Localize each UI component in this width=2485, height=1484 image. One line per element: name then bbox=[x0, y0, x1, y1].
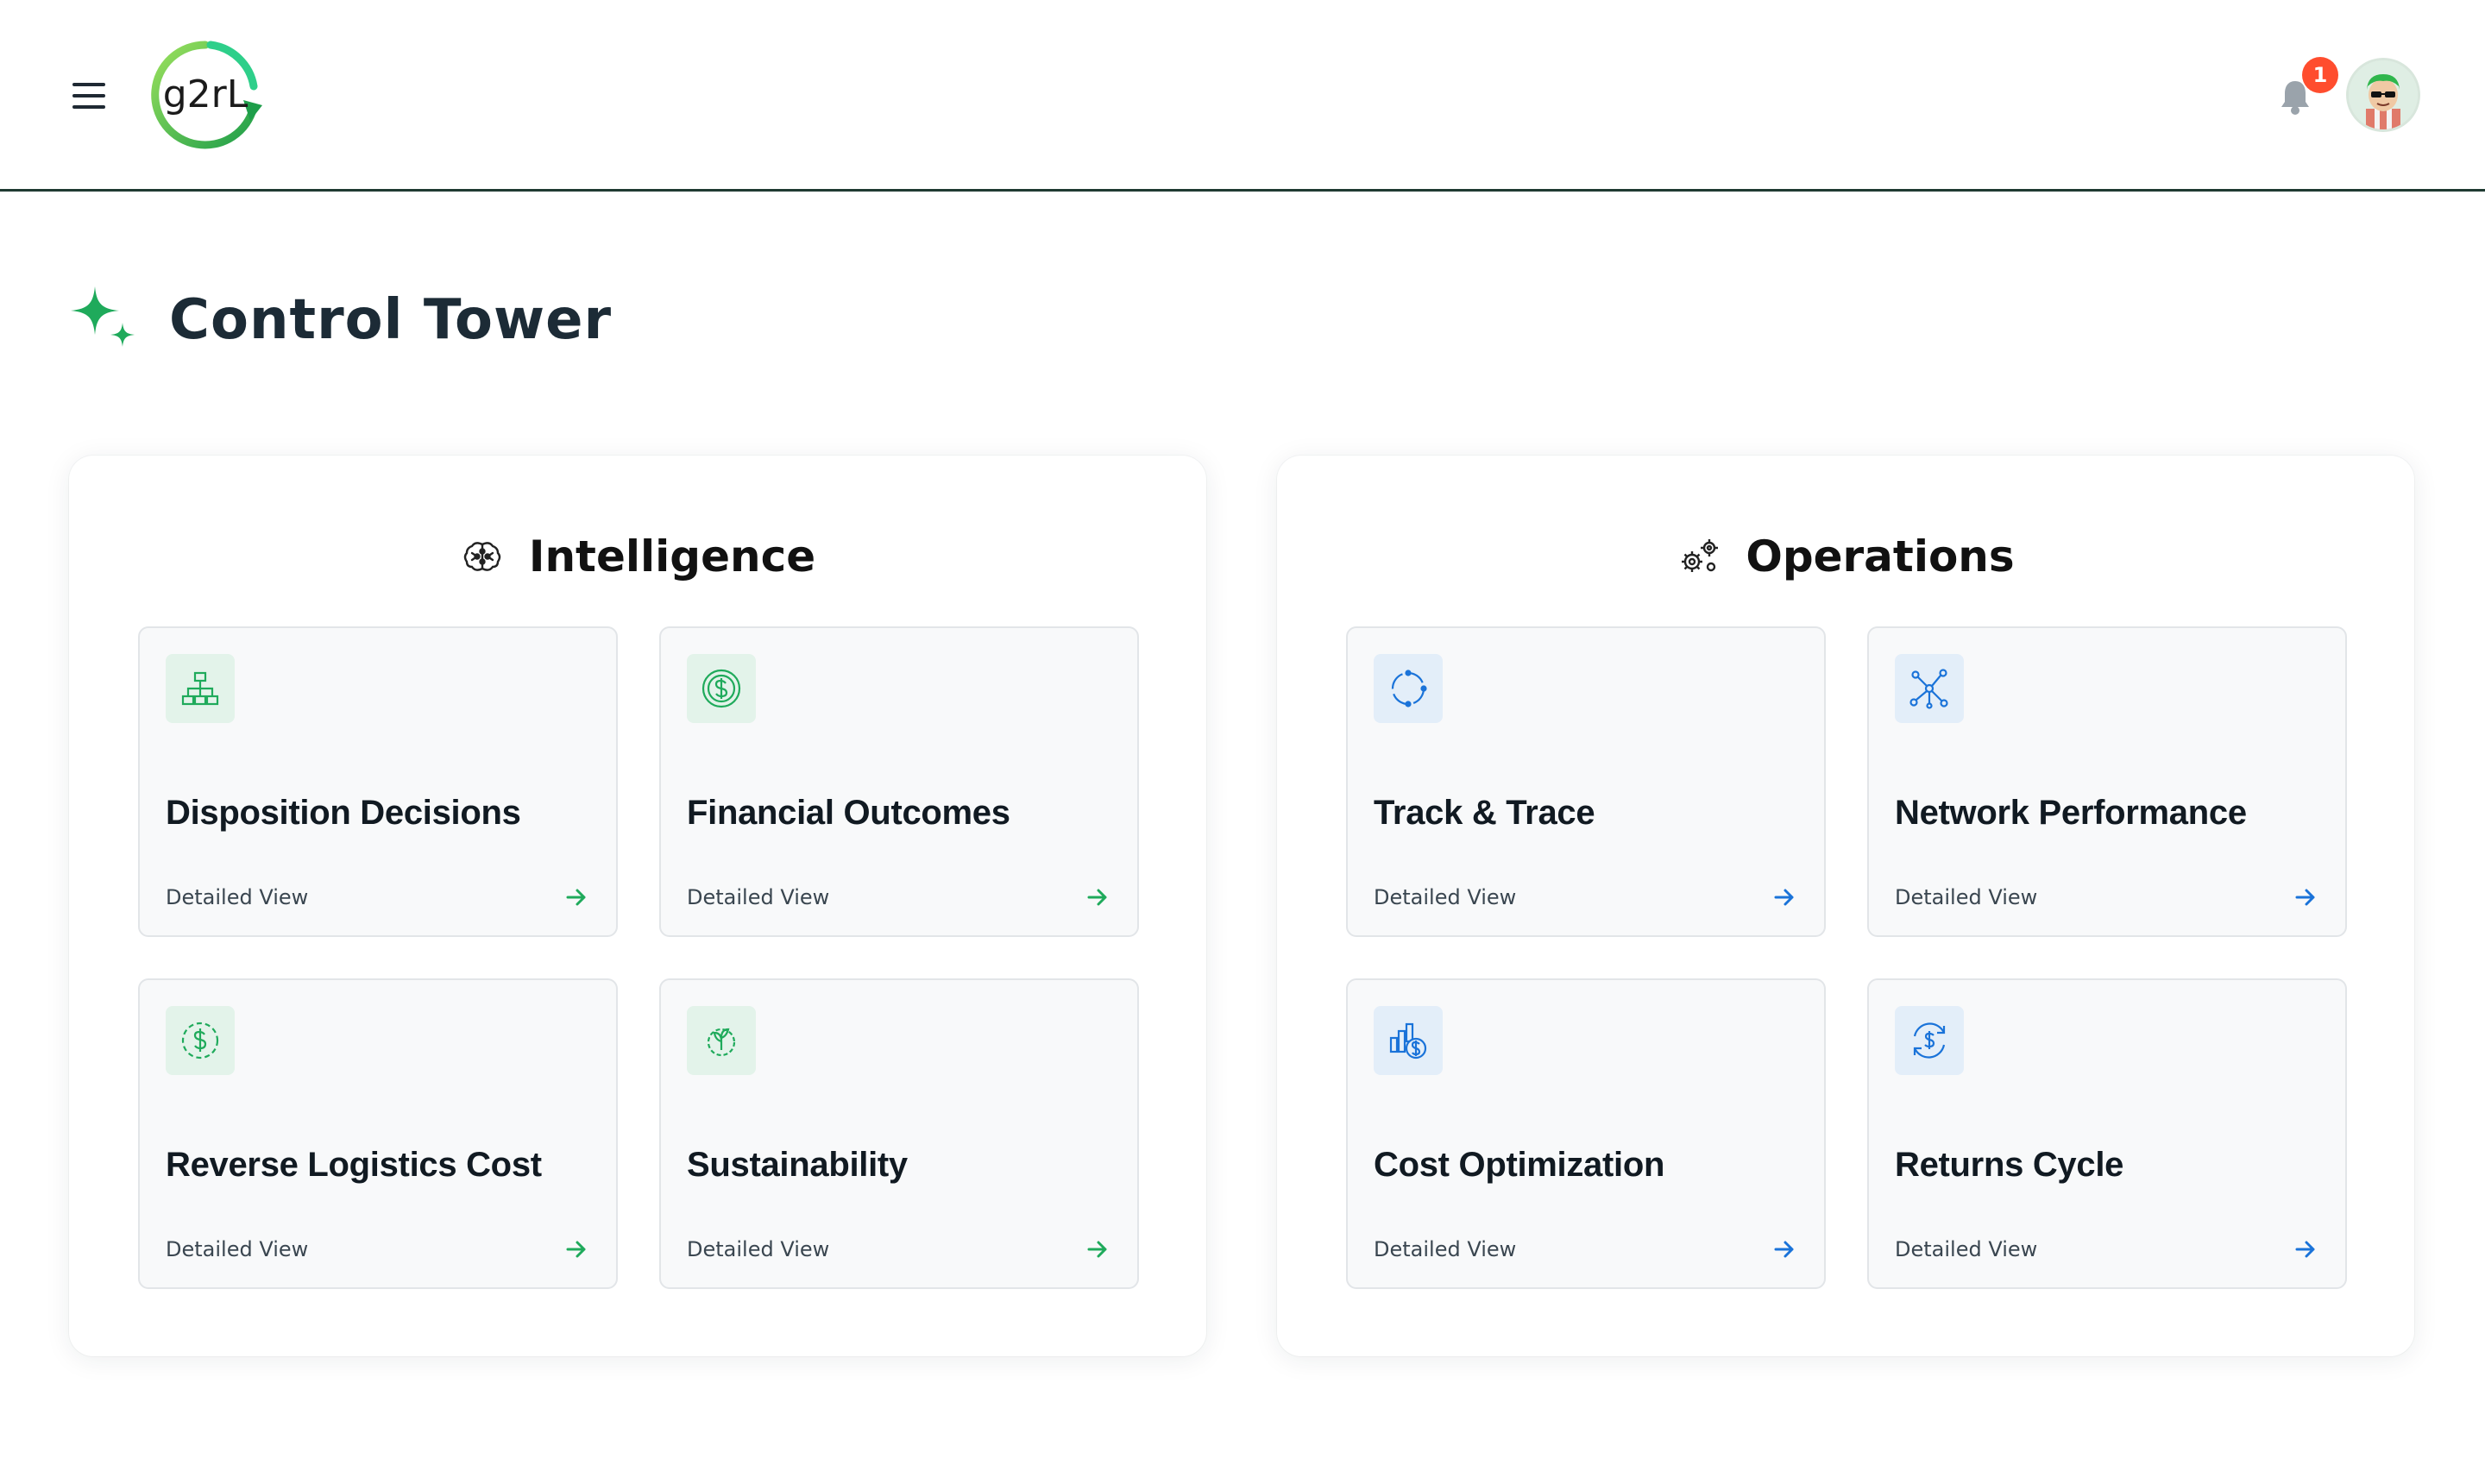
card-title: Disposition Decisions bbox=[166, 794, 521, 832]
leaf-gear-icon bbox=[687, 1006, 756, 1075]
gears-icon bbox=[1677, 534, 1721, 579]
card-title: Reverse Logistics Cost bbox=[166, 1146, 542, 1184]
card-track-and-trace[interactable]: Track & Trace Detailed View bbox=[1346, 626, 1826, 937]
network-icon bbox=[1895, 654, 1964, 723]
sparkle-icon bbox=[69, 285, 138, 354]
return-dollar-icon bbox=[1895, 1006, 1964, 1075]
card-title: Cost Optimization bbox=[1374, 1146, 1665, 1184]
arrow-right-icon[interactable] bbox=[1771, 1236, 1798, 1263]
notification-badge: 1 bbox=[2302, 57, 2338, 93]
arrow-right-icon[interactable] bbox=[2292, 883, 2319, 911]
card-disposition-decisions[interactable]: Disposition Decisions Detailed View bbox=[138, 626, 618, 937]
operations-panel-header: Operations bbox=[1277, 526, 2414, 587]
circle-track-icon bbox=[1374, 654, 1443, 723]
arrow-right-icon[interactable] bbox=[1084, 883, 1111, 911]
card-cost-optimization[interactable]: Cost Optimization Detailed View bbox=[1346, 978, 1826, 1289]
panel-title-operations: Operations bbox=[1746, 531, 2015, 582]
detailed-view-link[interactable]: Detailed View bbox=[1895, 1237, 2037, 1261]
hierarchy-icon bbox=[166, 654, 235, 723]
detailed-view-link[interactable]: Detailed View bbox=[687, 885, 829, 909]
g2rl-logo[interactable]: g2rL bbox=[148, 38, 262, 152]
user-avatar[interactable] bbox=[2349, 60, 2418, 129]
card-title: Track & Trace bbox=[1374, 794, 1595, 832]
brain-icon bbox=[460, 534, 505, 579]
intelligence-panel: Intelligence Disposition Decisions Detai… bbox=[69, 456, 1206, 1356]
arrow-right-icon[interactable] bbox=[1771, 883, 1798, 911]
detailed-view-link[interactable]: Detailed View bbox=[1374, 1237, 1516, 1261]
arrow-right-icon[interactable] bbox=[2292, 1236, 2319, 1263]
panel-title-intelligence: Intelligence bbox=[528, 531, 816, 582]
card-title: Sustainability bbox=[687, 1146, 908, 1184]
card-title: Network Performance bbox=[1895, 794, 2247, 832]
card-title: Returns Cycle bbox=[1895, 1146, 2124, 1184]
arrow-right-icon[interactable] bbox=[1084, 1236, 1111, 1263]
dollar-cycle-icon bbox=[166, 1006, 235, 1075]
card-network-performance[interactable]: Network Performance Detailed View bbox=[1867, 626, 2347, 937]
detailed-view-link[interactable]: Detailed View bbox=[166, 885, 308, 909]
detailed-view-link[interactable]: Detailed View bbox=[687, 1237, 829, 1261]
logo-text: g2rL bbox=[163, 72, 248, 116]
card-financial-outcomes[interactable]: Financial Outcomes Detailed View bbox=[659, 626, 1139, 937]
detailed-view-link[interactable]: Detailed View bbox=[1895, 885, 2037, 909]
detailed-view-link[interactable]: Detailed View bbox=[1374, 885, 1516, 909]
arrow-right-icon[interactable] bbox=[563, 1236, 590, 1263]
operations-panel: Operations Track & Trace Detailed View N… bbox=[1277, 456, 2414, 1356]
page-title: Control Tower bbox=[169, 288, 613, 352]
dollar-coin-icon bbox=[687, 654, 756, 723]
card-returns-cycle[interactable]: Returns Cycle Detailed View bbox=[1867, 978, 2347, 1289]
card-reverse-logistics-cost[interactable]: Reverse Logistics Cost Detailed View bbox=[138, 978, 618, 1289]
menu-icon[interactable] bbox=[72, 83, 107, 109]
detailed-view-link[interactable]: Detailed View bbox=[166, 1237, 308, 1261]
card-title: Financial Outcomes bbox=[687, 794, 1010, 832]
intelligence-panel-header: Intelligence bbox=[69, 526, 1206, 587]
cost-chart-icon bbox=[1374, 1006, 1443, 1075]
top-header: g2rL 1 bbox=[0, 0, 2485, 192]
arrow-right-icon[interactable] bbox=[563, 883, 590, 911]
page-heading: Control Tower bbox=[69, 285, 1104, 362]
card-sustainability[interactable]: Sustainability Detailed View bbox=[659, 978, 1139, 1289]
